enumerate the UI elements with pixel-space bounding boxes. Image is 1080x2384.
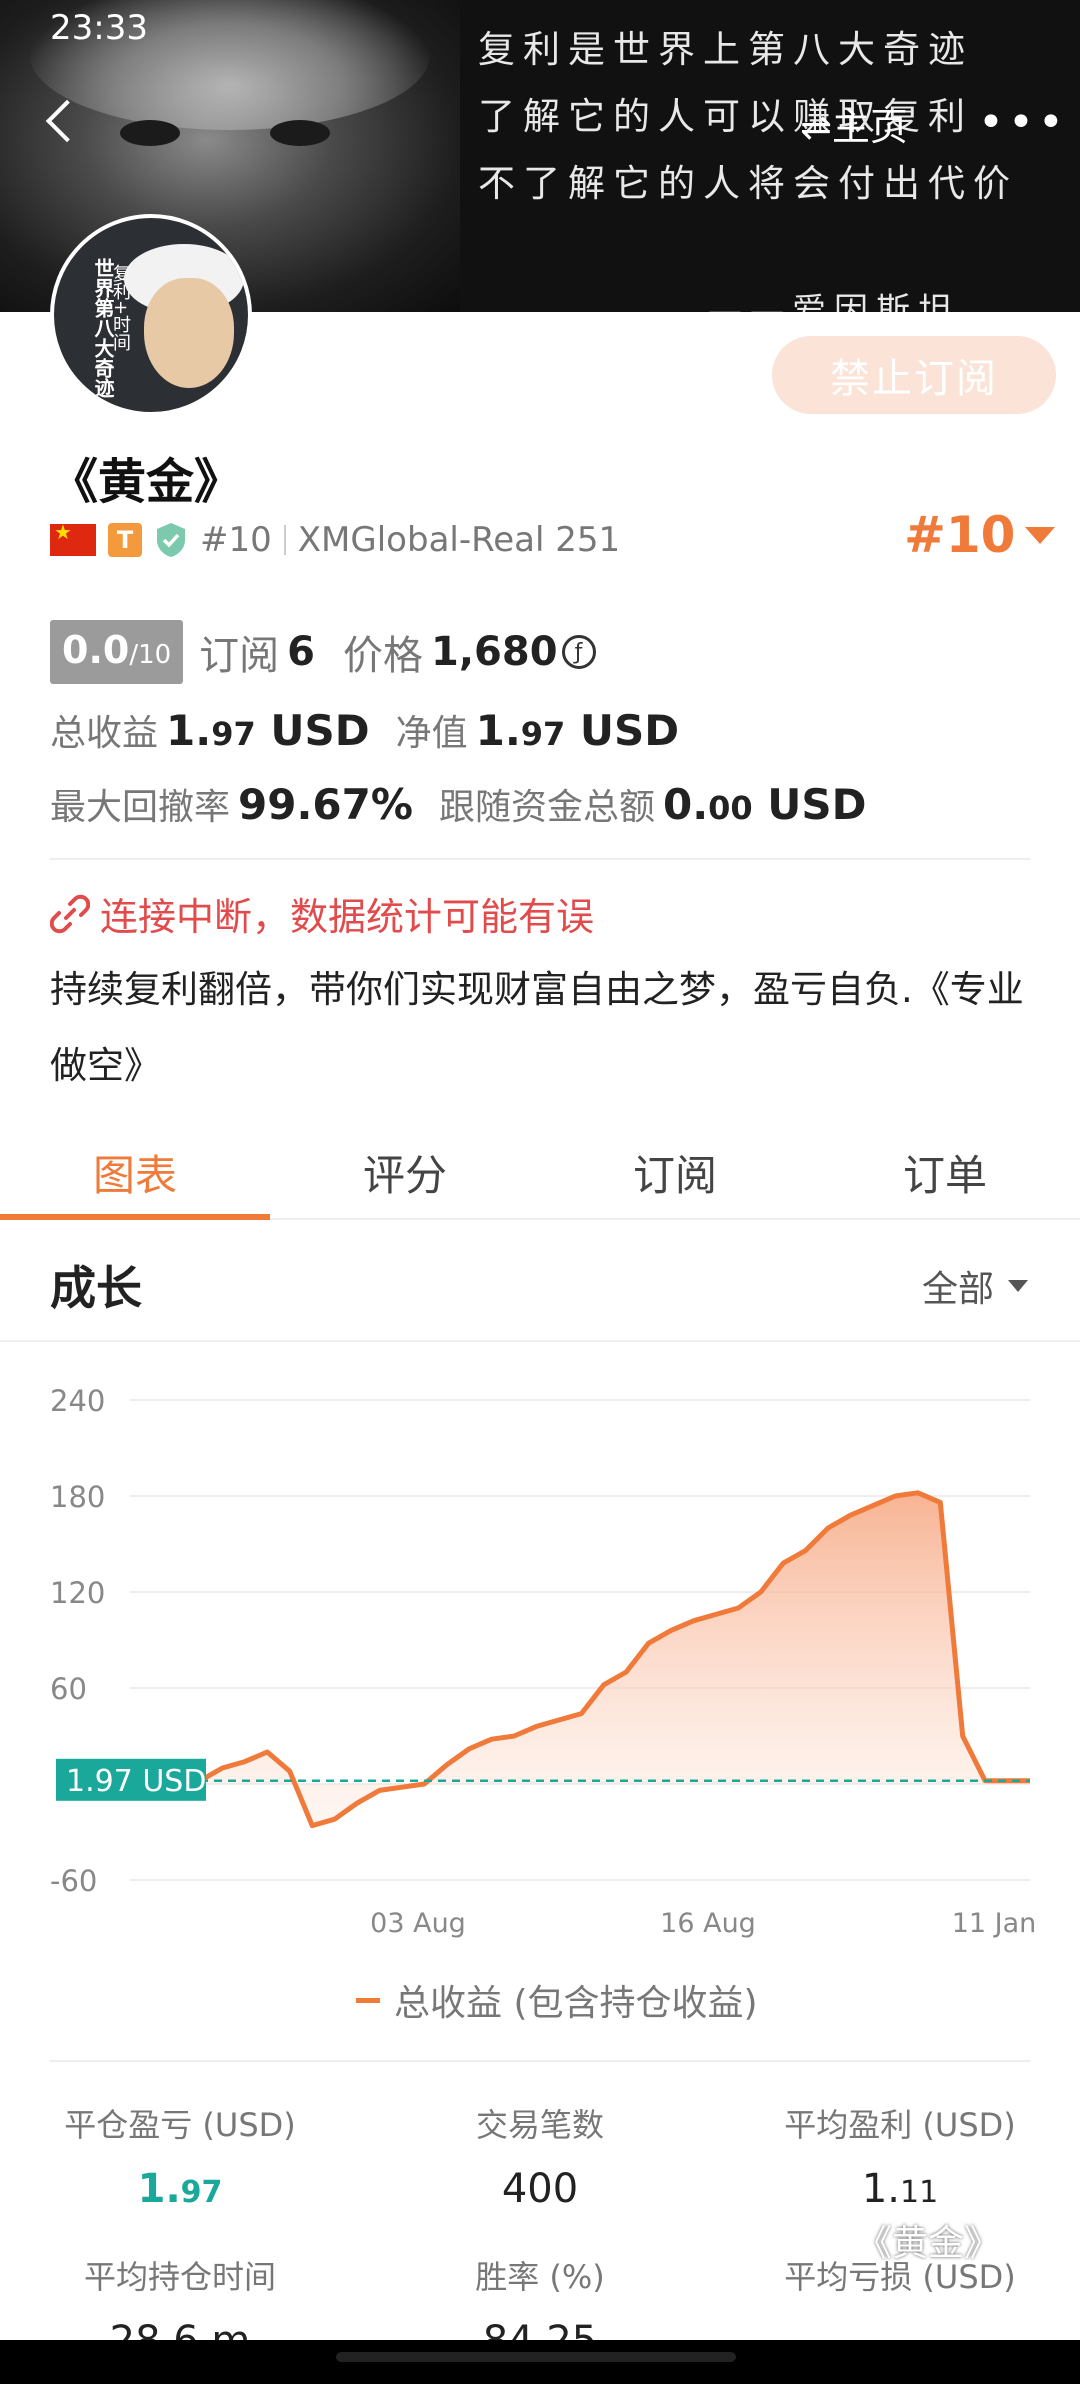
drawdown-label: 最大回撤率 <box>50 787 231 828</box>
quote-line-3: 不了解它的人将会付出代价 <box>478 162 1018 205</box>
connection-warning: 连接中断，数据统计可能有误 <box>50 886 594 941</box>
kpi-avg-profit: 平均盈利 (USD) 1.11 <box>784 2106 1016 2212</box>
y-tick-label: 60 <box>50 1672 87 1706</box>
quote-line-1: 复利是世界上第八大奇迹 <box>478 28 973 71</box>
legend-swatch <box>356 1997 380 2003</box>
divider <box>50 858 1030 860</box>
t-badge-icon: T <box>108 523 142 557</box>
quote-author: ——爱因斯坦 <box>708 291 960 312</box>
price-value: 1,680 <box>431 629 558 675</box>
y-tick-label: 240 <box>50 1384 105 1418</box>
rank-value: #10 <box>904 506 1016 564</box>
watermark: 《黄金》 <box>856 2223 1001 2264</box>
china-flag-icon <box>50 520 96 556</box>
home-toggle-button[interactable]: ⇌主页 <box>800 96 908 151</box>
total-profit-value: 1.97 USD <box>166 706 370 755</box>
legend-label: 总收益 (包含持仓收益) <box>394 1983 758 2024</box>
chevron-down-icon <box>1025 526 1056 544</box>
warning-text: 连接中断，数据统计可能有误 <box>100 895 595 939</box>
banner-quote: 复利是世界上第八大奇迹 了解它的人可以赚取复利 不了解它的人将会付出代价 ——爱… <box>478 16 1058 312</box>
growth-range-filter[interactable]: 全部 <box>922 1260 1029 1312</box>
quote-line-2: 了解它的人可以赚取复利 <box>478 95 973 138</box>
total-profit-label: 总收益 <box>50 713 159 754</box>
score-max: /10 <box>129 640 172 670</box>
profit-equity-row: 总收益 1.97 USD 净值 1.97 USD <box>50 704 705 756</box>
coin-icon: ƒ <box>561 635 596 669</box>
rank-text: #10 <box>200 520 272 560</box>
tab-orders[interactable]: 订单 <box>810 1126 1080 1218</box>
tab-subscribe[interactable]: 订阅 <box>540 1126 810 1218</box>
subscribe-count-value: 6 <box>287 629 316 675</box>
kpi-closed-pnl: 平仓盈亏 (USD) 1.97 <box>64 2106 296 2212</box>
drawdown-value: 99.67% <box>238 780 413 829</box>
kpi-trade-count: 交易笔数 400 <box>475 2106 604 2212</box>
tab-chart[interactable]: 图表 <box>0 1126 270 1220</box>
verified-shield-icon <box>157 523 185 557</box>
page-title: 《黄金》 <box>50 454 243 510</box>
divider <box>50 2060 1030 2062</box>
drawdown-row: 最大回撤率 99.67% 跟随资金总额 0.00 USD <box>50 778 893 830</box>
x-tick-label: 03 Aug <box>370 1908 466 1939</box>
x-tick-label: 16 Aug <box>660 1908 756 1939</box>
page: 复利是世界上第八大奇迹 了解它的人可以赚取复利 不了解它的人将会付出代价 ——爱… <box>0 0 1080 2384</box>
growth-header: 成长 全部 <box>0 1222 1080 1342</box>
subscribe-count-label: 订阅 <box>199 633 280 679</box>
avatar[interactable]: 世界第八大奇迹 复利+时间 <box>50 214 252 416</box>
chart-legend: 总收益 (包含持仓收益) <box>356 1974 758 2026</box>
growth-filter-label: 全部 <box>922 1269 995 1310</box>
profile-meta: T #10 XMGlobal-Real 251 <box>50 516 620 564</box>
home-indicator[interactable] <box>336 2352 736 2362</box>
current-value-label: 1.97 USD <box>66 1764 206 1799</box>
tab-bar: 图表 评分 订阅 订单 <box>0 1126 1080 1220</box>
back-arrow-icon[interactable] <box>40 92 88 152</box>
x-tick-label: 11 Jan <box>952 1908 1037 1939</box>
score-value: 0.0 <box>62 628 130 672</box>
growth-chart[interactable]: 240 180 120 60 -60 03 Aug 16 Aug 11 Jan 1.97 U… <box>0 1360 1080 1960</box>
score-badge: 0.0 /10 <box>50 620 184 684</box>
status-time: 23:33 <box>50 8 148 48</box>
equity-label: 净值 <box>395 713 468 754</box>
divider <box>283 525 286 555</box>
y-tick-label: 180 <box>50 1480 105 1514</box>
price-label: 价格 <box>343 633 424 679</box>
subscribe-disabled-button[interactable]: 禁止订阅 <box>772 336 1056 414</box>
chevron-down-icon <box>1008 1280 1029 1292</box>
tab-rating[interactable]: 评分 <box>270 1126 540 1218</box>
more-icon[interactable]: ••• <box>978 101 1068 145</box>
y-tick-label: -60 <box>50 1864 97 1898</box>
strategy-description: 持续复利翻倍，带你们实现财富自由之梦，盈亏自负.《专业做空》 <box>50 968 1024 1087</box>
y-tick-label: 120 <box>50 1576 105 1610</box>
rank-dropdown[interactable]: #10 <box>904 506 1056 564</box>
broker-text: XMGlobal-Real 251 <box>297 520 621 560</box>
growth-area <box>200 1492 1030 1826</box>
equity-value: 1.97 USD <box>475 706 680 755</box>
follow-funds-value: 0.00 USD <box>662 780 867 829</box>
bottom-band <box>0 2340 1080 2384</box>
score-row: 0.0 /10 订阅 6 价格 1,680 ƒ <box>50 620 596 684</box>
broken-link-icon <box>50 894 90 933</box>
avatar-text: 世界第八大奇迹 <box>91 258 115 398</box>
follow-funds-label: 跟随资金总额 <box>438 787 655 828</box>
growth-title: 成长 <box>50 1261 142 1315</box>
